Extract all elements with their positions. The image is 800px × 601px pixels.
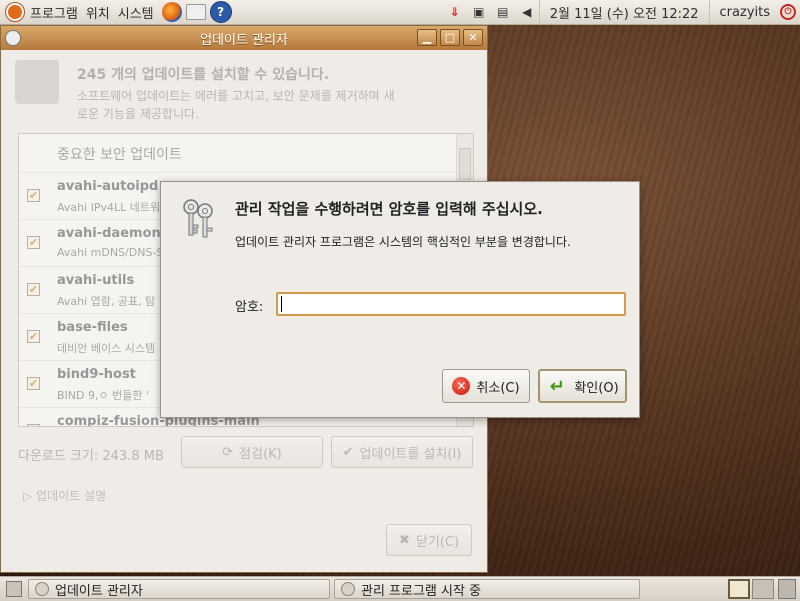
package-desc: Avahi IPv4LL 네트워: [57, 201, 161, 214]
download-size: 다운로드 크기: 243.8 MB: [18, 449, 164, 464]
update-manager-icon: [35, 582, 49, 596]
package-name: avahi-autoipd: [57, 179, 159, 194]
package-desc: BIND 9,ㅇ 번들한 ': [57, 389, 149, 402]
update-manager-titlebar[interactable]: 업데이트 관리자 ▁ □ ✕: [1, 26, 487, 50]
printer-icon[interactable]: ▤: [494, 4, 512, 20]
package-name: bind9-host: [57, 367, 136, 382]
package-desc: Avahi mDNS/DNS-S: [57, 246, 164, 259]
package-name: avahi-daemon: [57, 226, 161, 241]
minimize-button[interactable]: ▁: [417, 29, 437, 46]
cancel-button-label: 취소(C): [476, 380, 520, 396]
menu-places[interactable]: 위치: [86, 3, 118, 22]
check-button-label: 점검(K): [239, 446, 282, 462]
text-caret: [281, 296, 282, 312]
package-icon: [15, 60, 59, 104]
system-tray: ⇓ ▣ ▤ ◀ 2월 11일 (수) 오전 12:22 crazyits ⏻: [443, 0, 800, 24]
show-desktop-icon[interactable]: [6, 581, 22, 597]
password-dialog: 관리 작업을 수행하려면 암호를 입력해 주십시오. 업데이트 관리자 프로그램…: [160, 181, 640, 418]
expander-label: 업데이트 설명: [36, 489, 107, 503]
gear-icon: [341, 582, 355, 596]
cancel-icon: ✕: [452, 377, 471, 395]
dialog-title: 관리 작업을 수행하려면 암호를 입력해 주십시오.: [235, 200, 543, 218]
update-checkbox[interactable]: ✔: [27, 189, 40, 202]
workspace-switcher[interactable]: [728, 579, 774, 599]
package-desc: 데비안 베이스 시스템: [57, 342, 156, 355]
ubuntu-logo-icon[interactable]: [5, 2, 25, 22]
update-checkbox[interactable]: ✔: [27, 377, 40, 390]
window-title: 업데이트 관리자: [200, 32, 288, 48]
network-icon[interactable]: ▣: [470, 4, 488, 20]
close-icon: ✖: [398, 532, 410, 548]
taskbar-item-update-manager[interactable]: 업데이트 관리자: [28, 579, 330, 599]
maximize-button[interactable]: □: [440, 29, 460, 46]
checkmark-icon: ✔: [342, 444, 354, 460]
update-checkbox[interactable]: ✔: [27, 236, 40, 249]
scrollbar-thumb[interactable]: [459, 148, 471, 180]
password-label: 암호:: [235, 300, 264, 315]
install-updates-button[interactable]: ✔ 업데이트를 설치(I): [331, 436, 473, 468]
user-switcher[interactable]: crazyits: [708, 0, 776, 24]
ok-button-label: 확인(O): [574, 380, 619, 396]
workspace-1[interactable]: [728, 579, 750, 599]
keys-icon: [183, 199, 213, 238]
updates-available-heading: 245 개의 업데이트를 설치할 수 있습니다.: [77, 67, 330, 83]
update-checkbox[interactable]: ✔: [27, 424, 40, 426]
menu-system[interactable]: 시스템: [118, 3, 162, 22]
close-button-label: 닫기(C): [415, 534, 460, 550]
workspace-2[interactable]: [752, 579, 774, 599]
updates-description: 소프트웨어 업데이트는 에러를 고치고, 보안 문제를 제거하며 새로운 기능을…: [77, 89, 395, 121]
bottom-panel: 업데이트 관리자 관리 프로그램 시작 중: [0, 576, 800, 601]
firefox-icon[interactable]: [161, 2, 182, 22]
trash-icon[interactable]: [778, 579, 796, 599]
close-button[interactable]: ✖ 닫기(C): [386, 524, 472, 556]
ok-button[interactable]: ↵ 확인(O): [538, 369, 627, 403]
password-input[interactable]: [276, 292, 626, 316]
mail-icon[interactable]: [185, 4, 206, 20]
update-checkbox[interactable]: ✔: [27, 330, 40, 343]
check-button[interactable]: ⟳ 점검(K): [181, 436, 323, 468]
volume-icon[interactable]: ◀: [518, 4, 536, 20]
taskbar-item-admin-launch[interactable]: 관리 프로그램 시작 중: [334, 579, 640, 599]
dialog-message: 업데이트 관리자 프로그램은 시스템의 핵심적인 부분을 변경합니다.: [235, 235, 571, 249]
taskbar-item-label: 업데이트 관리자: [55, 583, 143, 599]
update-checkbox[interactable]: ✔: [27, 283, 40, 296]
description-expander[interactable]: ▷ 업데이트 설명: [23, 487, 106, 504]
menu-applications[interactable]: 프로그램: [30, 3, 86, 22]
clock[interactable]: 2월 11일 (수) 오전 12:22: [538, 0, 709, 24]
package-desc: Avahi 엽람, 공표, 탐: [57, 295, 156, 308]
top-panel: 프로그램 위치 시스템 ? ⇓ ▣ ▤ ◀ 2월 11일 (수) 오전 12:2…: [0, 0, 800, 25]
enter-arrow-icon: ↵: [549, 375, 565, 397]
cancel-button[interactable]: ✕ 취소(C): [442, 369, 530, 403]
refresh-icon: ⟳: [222, 444, 234, 460]
install-button-label: 업데이트를 설치(I): [359, 446, 462, 462]
package-name: base-files: [57, 320, 128, 335]
power-icon[interactable]: ⏻: [780, 4, 796, 20]
close-window-button[interactable]: ✕: [463, 29, 483, 46]
expander-arrow-icon: ▷: [23, 489, 33, 503]
help-icon[interactable]: ?: [209, 1, 232, 23]
taskbar-item-label: 관리 프로그램 시작 중: [361, 583, 482, 599]
list-section-header: 중요한 보안 업데이트: [57, 147, 182, 163]
update-notifier-icon[interactable]: ⇓: [446, 4, 464, 20]
package-name: avahi-utils: [57, 273, 135, 288]
